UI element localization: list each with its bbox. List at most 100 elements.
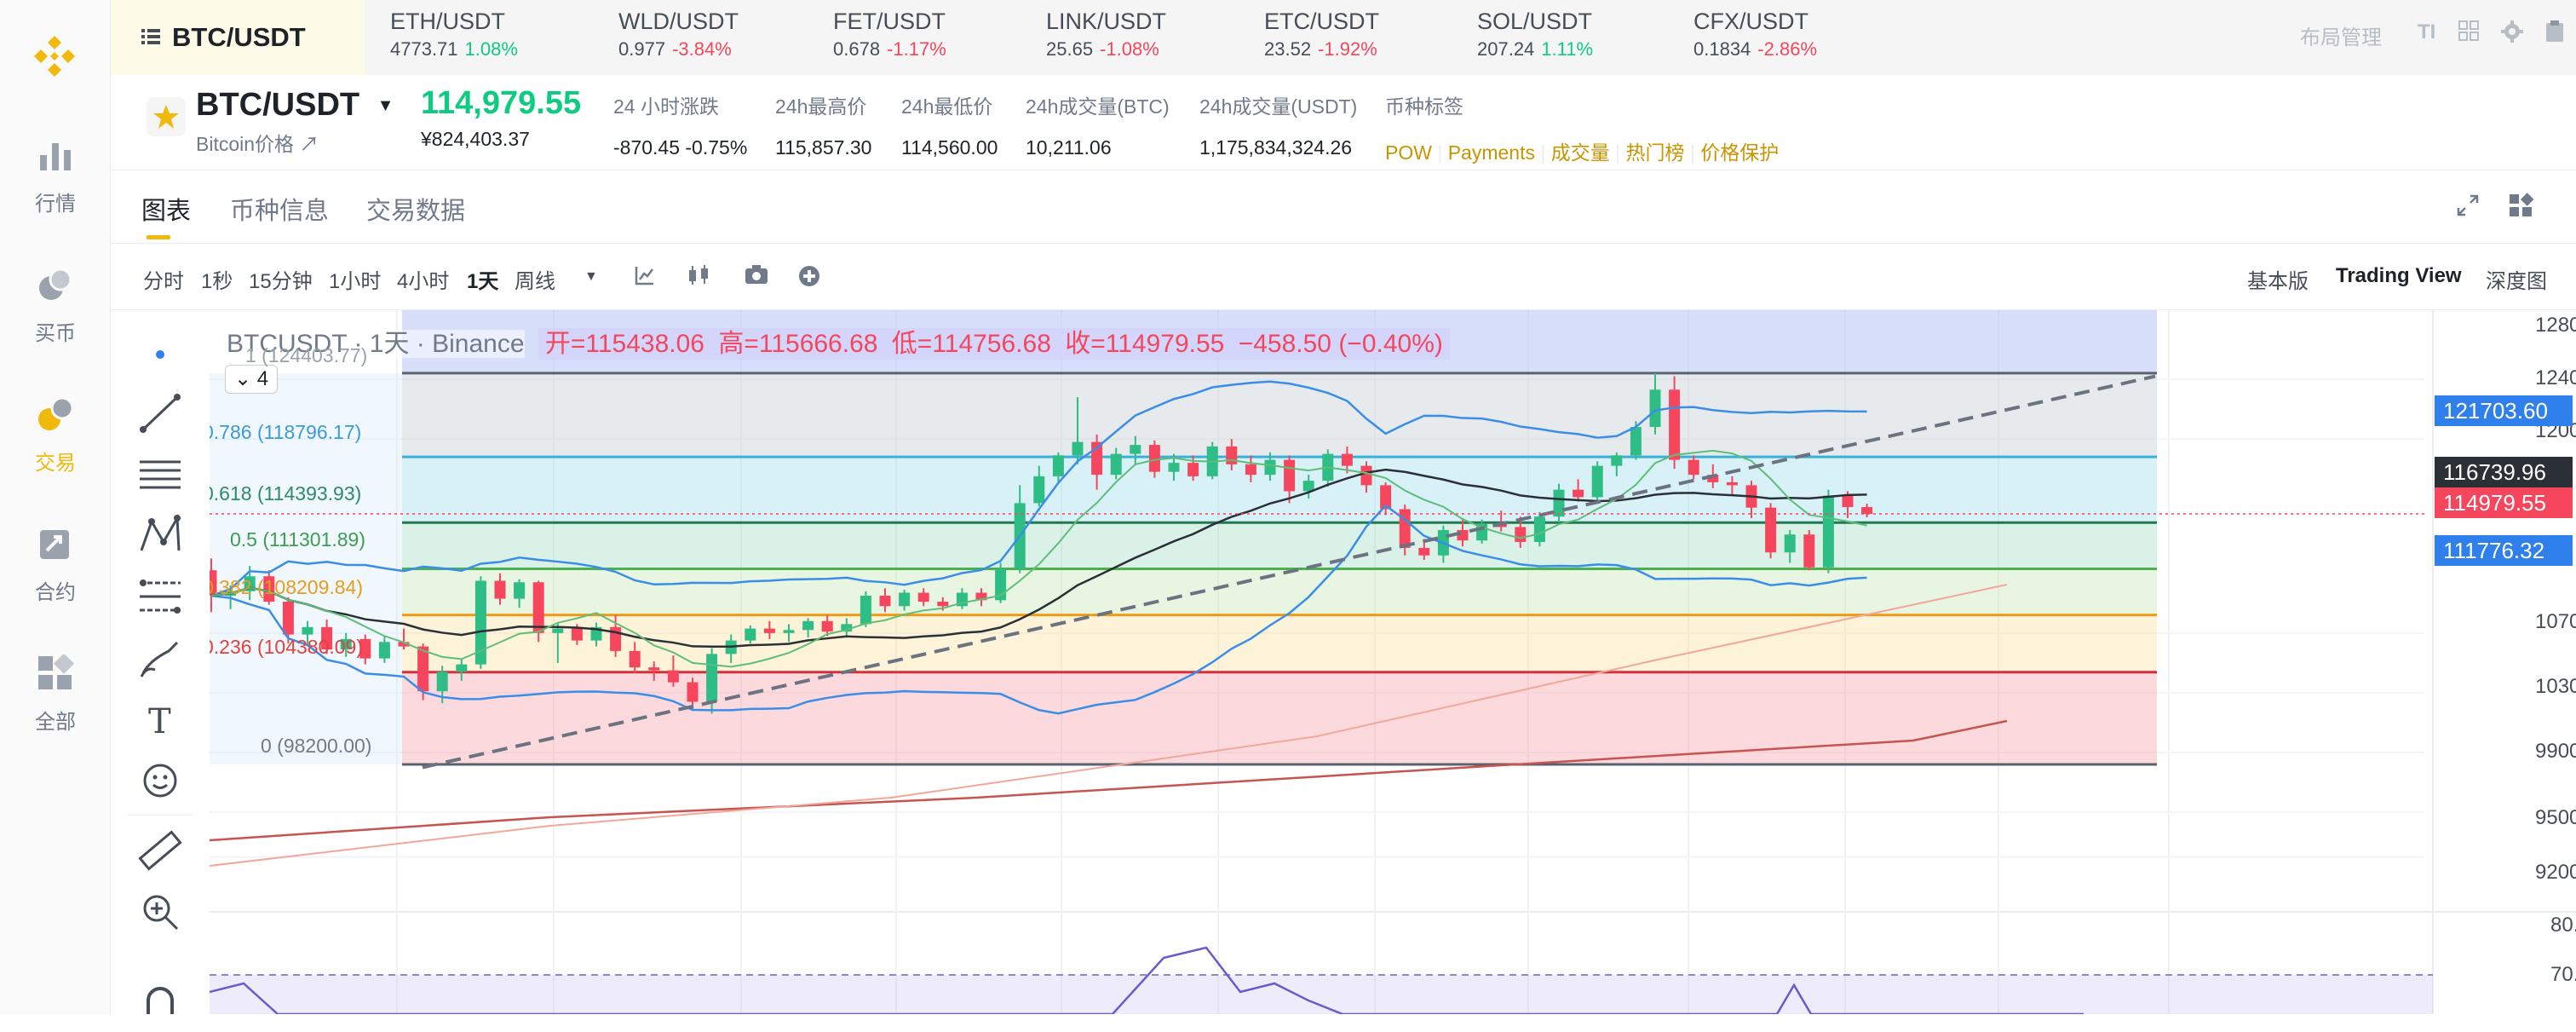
y-tick-label: 128000.00: [2535, 314, 2576, 337]
tag-link[interactable]: 成交量: [1551, 141, 1610, 164]
candle-body: [879, 596, 891, 607]
fib-label: 1 (124403.77): [245, 344, 368, 366]
stat-value: 115,857.30: [775, 136, 872, 159]
fib-zone: [402, 672, 2157, 765]
view-depth[interactable]: 深度图: [2486, 264, 2547, 294]
ticker-price: 0.1834: [1693, 38, 1751, 60]
candle-body: [1784, 534, 1796, 553]
chevron-down-icon: ⌄: [234, 367, 252, 390]
cursor-dot-icon[interactable]: [136, 331, 184, 378]
nav-item-trade[interactable]: 交易: [0, 395, 111, 476]
ticker-item[interactable]: SOL/USDT 207.24 1.11%: [1477, 9, 1593, 61]
clipboard-icon[interactable]: [2545, 20, 2564, 49]
horizontal-lines-icon[interactable]: [136, 450, 184, 498]
interval-time[interactable]: 分时: [143, 264, 184, 294]
ruler-icon[interactable]: [136, 827, 184, 874]
widgets-icon[interactable]: [2508, 193, 2534, 222]
interval-15m[interactable]: 15分钟: [249, 264, 313, 294]
candle-body: [1245, 464, 1256, 476]
tag-link[interactable]: Payments: [1448, 141, 1535, 164]
ticker-item[interactable]: ETH/USDT 4773.71 1.08%: [390, 9, 518, 61]
current-pair-label: BTC/USDT: [172, 22, 306, 52]
layout-manage-button[interactable]: 布局管理: [2300, 20, 2382, 50]
tag-link[interactable]: POW: [1385, 141, 1432, 164]
ticker-item[interactable]: WLD/USDT 0.977 -3.84%: [618, 9, 739, 61]
interval-1h[interactable]: 1小时: [329, 264, 381, 294]
candle-body: [802, 620, 814, 631]
nav-item-buy[interactable]: 买币: [0, 266, 111, 346]
brush-icon[interactable]: [136, 634, 184, 682]
tab-trading-data[interactable]: 交易数据: [366, 191, 465, 227]
fib-label: 0.786 (118796.17): [210, 421, 362, 443]
nav-label: 合约: [35, 581, 76, 604]
price-chart[interactable]: BTCUSDT · 1天 · Binance 开=115438.06 高=115…: [210, 310, 2576, 1014]
ticker-price: 25.65: [1046, 38, 1094, 60]
legend-change: −458.50 (−0.40%): [1238, 330, 1443, 358]
zoom-in-icon[interactable]: [136, 888, 184, 936]
ticker-symbol: ETC/USDT: [1264, 9, 1379, 34]
binance-logo[interactable]: [29, 31, 80, 82]
ticker-item[interactable]: LINK/USDT 25.65 -1.08%: [1046, 9, 1166, 61]
coin-info-link[interactable]: Bitcoin价格 ↗: [196, 128, 319, 157]
grid-icon: [0, 653, 111, 698]
candle-body: [667, 670, 679, 683]
fib-retracement-icon[interactable]: [136, 573, 184, 620]
ticker-item[interactable]: CFX/USDT 0.1834 -2.86%: [1693, 9, 1817, 61]
stat-24h-high: 24h最高价 115,857.30: [775, 90, 871, 159]
tab-coin-info[interactable]: 币种信息: [230, 191, 329, 227]
interval-1s[interactable]: 1秒: [201, 264, 233, 294]
emoji-icon[interactable]: [136, 757, 184, 804]
favorite-star-button[interactable]: [147, 97, 186, 136]
candle-body: [1842, 495, 1854, 508]
pattern-icon[interactable]: [136, 511, 184, 559]
tag-link[interactable]: 价格保护: [1700, 141, 1779, 164]
fib-label: 0.618 (114393.93): [210, 482, 362, 504]
interval-4h[interactable]: 4小时: [397, 264, 449, 294]
interval-dropdown-icon[interactable]: ▼: [584, 269, 598, 285]
candle-body: [1669, 389, 1681, 460]
stat-value: -870.45 -0.75%: [613, 136, 748, 159]
magnet-icon[interactable]: [136, 980, 184, 1028]
text-tool-icon[interactable]: T: [136, 695, 184, 743]
candle-body: [1533, 516, 1545, 542]
fib-zone: [402, 568, 2157, 615]
tab-chart[interactable]: 图表: [141, 191, 191, 227]
layout-grid-icon[interactable]: [2458, 20, 2479, 47]
settings-gear-icon[interactable]: [2501, 20, 2523, 49]
last-price: 114,979.55: [421, 85, 582, 121]
indicators-icon[interactable]: [634, 264, 656, 292]
y-tick-label: 103000.00: [2535, 675, 2576, 698]
view-basic[interactable]: 基本版: [2247, 264, 2309, 294]
view-tradingview[interactable]: Trading View: [2336, 264, 2462, 288]
camera-icon[interactable]: [745, 264, 768, 291]
star-icon: [153, 105, 179, 129]
nav-item-futures[interactable]: 合约: [0, 525, 111, 605]
candle-type-icon[interactable]: [687, 264, 710, 292]
y-tick-label: 99000.00: [2535, 740, 2576, 763]
ticker-change: -1.92%: [1318, 38, 1377, 60]
y-tick-label: 92000.00: [2535, 861, 2576, 884]
nav-item-market[interactable]: 行情: [0, 136, 111, 216]
candle-body: [1072, 441, 1084, 456]
legend-open: 开=115438.06: [544, 330, 704, 358]
indicator-collapse-button[interactable]: ⌄ 4: [225, 365, 279, 394]
tag-link[interactable]: 热门榜: [1626, 141, 1685, 164]
stat-label: 24h成交量(USDT): [1199, 95, 1358, 118]
rsi-tick-label: 70.00: [2550, 963, 2576, 986]
chart-canvas[interactable]: [210, 310, 2576, 1014]
nav-label: 交易: [35, 452, 76, 475]
nav-item-all[interactable]: 全部: [0, 653, 111, 735]
candle-body: [1630, 427, 1642, 456]
chart-legend: BTCUSDT · 1天 · Binance 开=115438.06 高=115…: [227, 322, 1450, 360]
interval-1d[interactable]: 1天: [467, 264, 498, 294]
ticker-item[interactable]: ETC/USDT 23.52 -1.92%: [1264, 9, 1379, 61]
current-pair-selector[interactable]: BTC/USDT: [111, 0, 365, 75]
pair-title[interactable]: BTC/USDT ▼: [196, 87, 394, 124]
interval-1w[interactable]: 周线: [515, 264, 555, 294]
expand-icon[interactable]: [2455, 193, 2481, 222]
chart-toolbar: 分时 1秒 15分钟 1小时 4小时 1天 周线 ▼ 基本版 Trading V…: [111, 244, 2576, 310]
add-indicator-icon[interactable]: [797, 264, 821, 294]
text-size-icon[interactable]: TI: [2418, 20, 2435, 44]
trend-line-icon[interactable]: [136, 389, 184, 436]
ticker-item[interactable]: FET/USDT 0.678 -1.17%: [833, 9, 946, 61]
